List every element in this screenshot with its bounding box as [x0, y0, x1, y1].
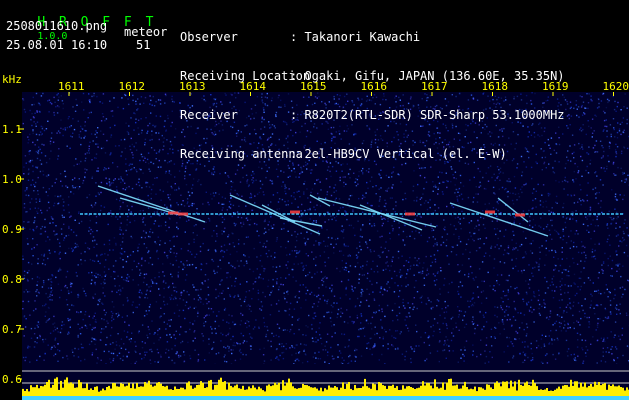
file-datetime: 25.08.01 16:10: [6, 38, 108, 52]
y-tick-label: 1.0: [2, 173, 22, 186]
y-tick-label: 0.6: [2, 373, 22, 386]
x-tick-label: 1611: [58, 80, 85, 93]
x-tick-label: 1617: [421, 80, 448, 93]
meteor-echo: [178, 212, 188, 216]
meteor-echo: [485, 210, 495, 214]
antenna-value: : 2el-HB9CV Vertical (el. E-W): [290, 147, 507, 161]
level-baseline: [22, 396, 629, 400]
y-tick-label: 0.8: [2, 273, 22, 286]
meteor-echo: [290, 210, 300, 214]
x-tick-label: 1620: [602, 80, 629, 93]
meteor-echo: [515, 213, 525, 217]
x-tick-label: 1613: [179, 80, 206, 93]
x-tick-label: 1619: [542, 80, 569, 93]
x-tick-label: 1618: [481, 80, 509, 93]
meteor-echo: [168, 211, 178, 215]
meteor-count: 51: [136, 38, 151, 52]
receiver-value: : R820T2(RTL-SDR) SDR-Sharp 53.1000MHz: [290, 108, 565, 122]
y-axis-unit: kHz: [2, 73, 22, 86]
y-tick-label: 0.7: [2, 323, 22, 336]
y-tick-label: 1.1: [2, 123, 22, 136]
meteor-echo: [405, 212, 415, 216]
x-tick-label: 1614: [239, 80, 267, 93]
file-name: 2508011610.png: [6, 19, 108, 33]
x-tick-label: 1615: [300, 80, 327, 93]
info-values: : Takanori Kawachi : Ogaki, Gifu, JAPAN …: [290, 5, 565, 187]
hrofft-window: H R O F F T 1.0.0 2508011610.png 25.08.0…: [0, 0, 629, 400]
x-tick-label: 1616: [360, 80, 388, 93]
observer-value: : Takanori Kawachi: [290, 30, 421, 44]
x-tick-label: 1612: [118, 80, 146, 93]
y-tick-label: 0.9: [2, 223, 22, 236]
